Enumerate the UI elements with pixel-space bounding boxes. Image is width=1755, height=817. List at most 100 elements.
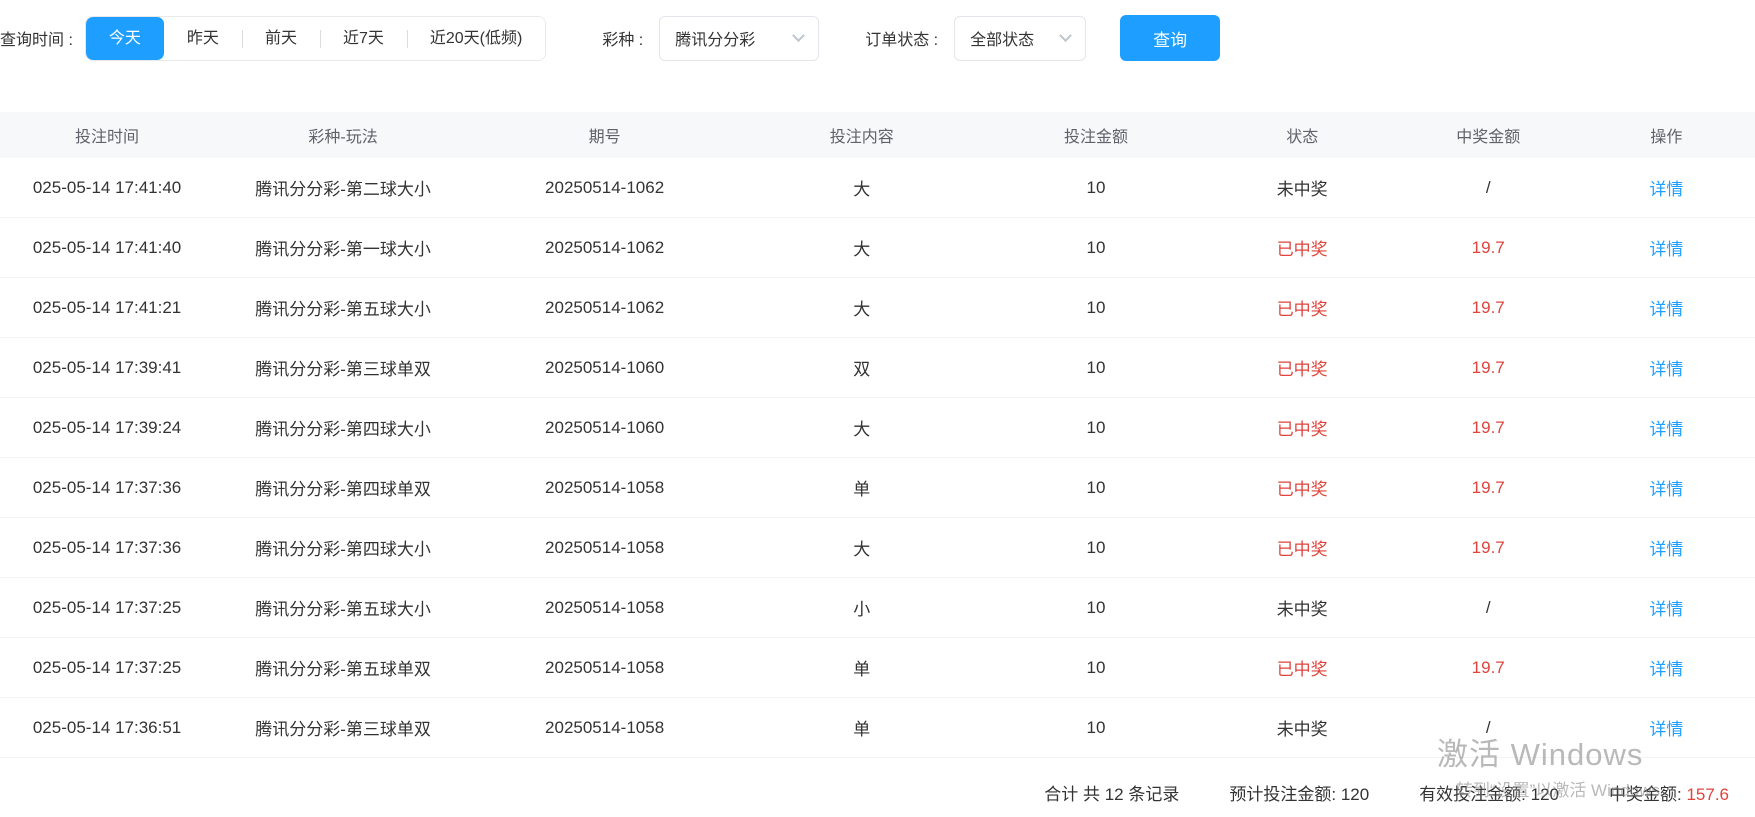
action-cell: 详情 [1578, 475, 1755, 500]
bet-amount-cell: 10 [1086, 177, 1106, 197]
table-row: 025-05-14 17:41:21 腾讯分分彩-第五球大小 20250514-10… [0, 278, 1755, 338]
issue-cell: 20250514-1062 [545, 177, 665, 197]
tab-today[interactable]: 今天 [85, 16, 164, 60]
tab-yesterday[interactable]: 昨天 [163, 16, 242, 60]
play-type-cell: 腾讯分分彩-第四球大小 [255, 540, 431, 559]
detail-link[interactable]: 详情 [1649, 240, 1683, 259]
play-type-cell: 腾讯分分彩-第一球大小 [255, 240, 431, 259]
play-type-cell: 腾讯分分彩-第三球单双 [255, 360, 431, 379]
header-issue: 期号 [588, 129, 621, 146]
valid-bet-amount: 有效投注金额: 120 [1419, 785, 1559, 804]
summary-bar: 合计 共 12 条记录 预计投注金额: 120 有效投注金额: 120 中奖金额… [1044, 780, 1729, 805]
prize-cell: 19.7 [1471, 417, 1505, 437]
table-body: 025-05-14 17:41:40 腾讯分分彩-第二球大小 20250514-10… [0, 158, 1755, 758]
lottery-type-value: 腾讯分分彩 [675, 32, 756, 49]
table-row: 025-05-14 17:41:40 腾讯分分彩-第二球大小 20250514-10… [0, 158, 1755, 218]
action-cell: 详情 [1578, 655, 1755, 680]
prize-cell: 19.7 [1471, 477, 1505, 497]
detail-link[interactable]: 详情 [1649, 480, 1683, 499]
detail-link[interactable]: 详情 [1649, 720, 1683, 739]
detail-link[interactable]: 详情 [1649, 420, 1683, 439]
status-cell: 已中奖 [1276, 360, 1328, 379]
bet-amount-cell: 10 [1086, 477, 1106, 497]
filter-bar: 查询时间 : 今天 昨天 前天 近7天 近20天(低频) 彩种 : 腾讯分分彩 … [0, 0, 1755, 74]
bet-time-cell: 025-05-14 17:39:41 [32, 357, 182, 377]
chevron-down-icon [1059, 28, 1073, 42]
issue-cell: 20250514-1062 [545, 297, 665, 317]
query-time-label: 查询时间 : [0, 32, 73, 49]
order-status-select[interactable]: 全部状态 [954, 15, 1087, 61]
bet-amount-cell: 10 [1086, 357, 1106, 377]
play-type-cell: 腾讯分分彩-第三球单双 [255, 720, 431, 739]
prize-total-label: 中奖金额: [1609, 785, 1687, 804]
lottery-type-select[interactable]: 腾讯分分彩 [659, 15, 820, 61]
prize-cell: / [1485, 717, 1491, 737]
bet-time-cell: 025-05-14 17:37:25 [32, 657, 182, 677]
bet-time-cell: 025-05-14 17:39:24 [32, 417, 182, 437]
bet-time-cell: 025-05-14 17:37:36 [32, 477, 182, 497]
status-cell: 已中奖 [1276, 480, 1328, 499]
bet-content-cell: 单 [853, 480, 871, 499]
table-row: 025-05-14 17:37:36 腾讯分分彩-第四球单双 20250514-10… [0, 458, 1755, 518]
table-row: 025-05-14 17:37:25 腾讯分分彩-第五球单双 20250514-10… [0, 638, 1755, 698]
detail-link[interactable]: 详情 [1649, 360, 1683, 379]
prize-cell: 19.7 [1471, 657, 1505, 677]
action-cell: 详情 [1578, 415, 1755, 440]
header-status: 状态 [1286, 129, 1319, 146]
bet-amount-cell: 10 [1086, 597, 1106, 617]
prize-cell: 19.7 [1471, 297, 1505, 317]
prize-cell: 19.7 [1471, 537, 1505, 557]
issue-cell: 20250514-1058 [545, 597, 665, 617]
play-type-cell: 腾讯分分彩-第五球大小 [255, 300, 431, 319]
bet-content-cell: 大 [853, 420, 871, 439]
bet-amount-cell: 10 [1086, 297, 1106, 317]
detail-link[interactable]: 详情 [1649, 540, 1683, 559]
prize-cell: / [1485, 597, 1491, 617]
issue-cell: 20250514-1060 [545, 357, 665, 377]
bet-content-cell: 小 [853, 600, 871, 619]
tab-day-before[interactable]: 前天 [241, 16, 320, 60]
detail-link[interactable]: 详情 [1649, 660, 1683, 679]
prize-total-value: 157.6 [1686, 785, 1729, 804]
bet-content-cell: 大 [853, 180, 871, 199]
bet-time-cell: 025-05-14 17:41:40 [32, 177, 182, 197]
header-action: 操作 [1650, 129, 1683, 146]
table-row: 025-05-14 17:37:25 腾讯分分彩-第五球大小 20250514-10… [0, 578, 1755, 638]
status-cell: 未中奖 [1276, 720, 1328, 739]
total-records: 合计 共 12 条记录 [1044, 785, 1180, 804]
action-cell: 详情 [1578, 535, 1755, 560]
tab-last-7-days[interactable]: 近7天 [319, 16, 407, 60]
prize-cell: 19.7 [1471, 237, 1505, 257]
detail-link[interactable]: 详情 [1649, 180, 1683, 199]
issue-cell: 20250514-1058 [545, 657, 665, 677]
issue-cell: 20250514-1058 [545, 537, 665, 557]
play-type-cell: 腾讯分分彩-第二球大小 [255, 180, 431, 199]
table-row: 025-05-14 17:37:36 腾讯分分彩-第四球大小 20250514-10… [0, 518, 1755, 578]
bet-amount-cell: 10 [1086, 417, 1106, 437]
orders-table: 投注时间 彩种-玩法 期号 投注内容 投注金额 状态 中奖金额 操作 025-0… [0, 112, 1755, 758]
detail-link[interactable]: 详情 [1649, 600, 1683, 619]
action-cell: 详情 [1578, 595, 1755, 620]
action-cell: 详情 [1578, 175, 1755, 200]
table-row: 025-05-14 17:39:24 腾讯分分彩-第四球大小 20250514-10… [0, 398, 1755, 458]
tab-last-20-days[interactable]: 近20天(低频) [406, 16, 546, 60]
play-type-cell: 腾讯分分彩-第五球单双 [255, 660, 431, 679]
action-cell: 详情 [1578, 715, 1755, 740]
bet-amount-cell: 10 [1086, 657, 1106, 677]
prize-cell: 19.7 [1471, 357, 1505, 377]
bet-amount-cell: 10 [1086, 717, 1106, 737]
bet-time-cell: 025-05-14 17:36:51 [32, 717, 182, 737]
bet-content-cell: 双 [853, 360, 871, 379]
bet-time-cell: 025-05-14 17:41:40 [32, 237, 182, 257]
status-cell: 已中奖 [1276, 240, 1328, 259]
status-cell: 已中奖 [1276, 300, 1328, 319]
header-play-type: 彩种-玩法 [308, 129, 378, 146]
header-prize: 中奖金额 [1456, 129, 1521, 146]
detail-link[interactable]: 详情 [1649, 300, 1683, 319]
table-row: 025-05-14 17:36:51 腾讯分分彩-第三球单双 20250514-10… [0, 698, 1755, 758]
play-type-cell: 腾讯分分彩-第四球大小 [255, 420, 431, 439]
bet-content-cell: 大 [853, 240, 871, 259]
query-button[interactable]: 查询 [1120, 15, 1221, 61]
status-cell: 未中奖 [1276, 600, 1328, 619]
prize-cell: / [1485, 177, 1491, 197]
